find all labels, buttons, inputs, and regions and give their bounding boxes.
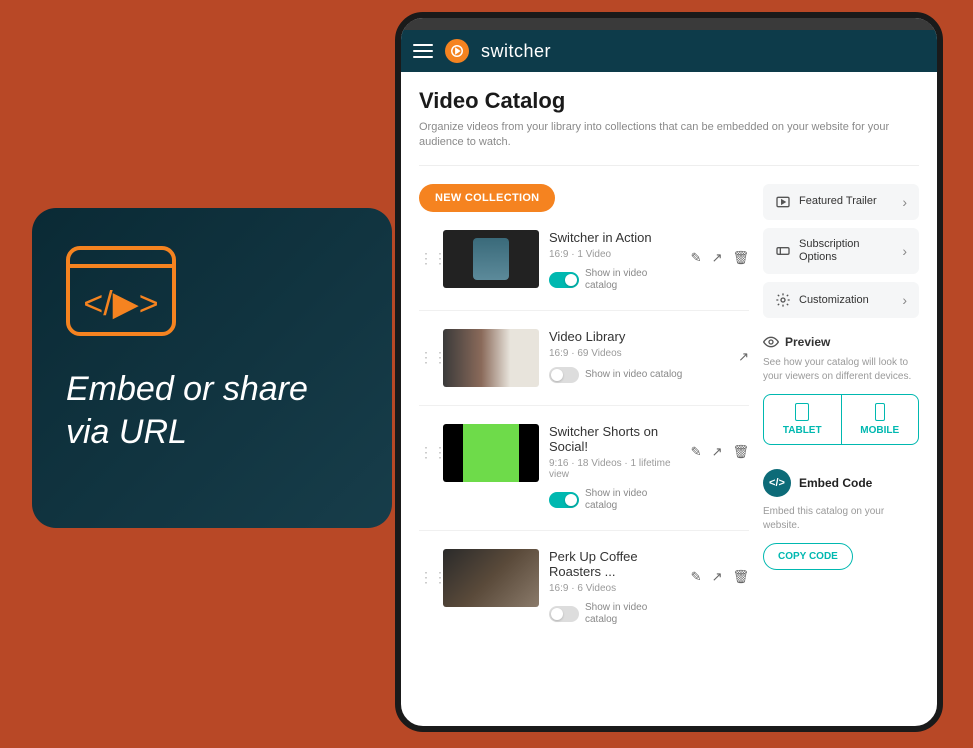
preview-tablet-button[interactable]: TABLET <box>764 395 842 444</box>
share-icon[interactable]: ↗ <box>738 349 749 365</box>
chevron-right-icon: › <box>902 243 907 259</box>
collection-thumbnail[interactable] <box>443 329 539 387</box>
gear-icon <box>775 292 791 308</box>
brand-logo-icon <box>445 39 469 63</box>
sidebar-item-label: Customization <box>799 294 894 307</box>
toggle-label: Show in video catalog <box>585 488 681 512</box>
settings-sidebar: Featured Trailer › Subscription Options … <box>763 184 919 644</box>
show-catalog-toggle[interactable] <box>549 606 579 622</box>
eye-icon <box>763 334 779 350</box>
promo-text: Embed or share via URL <box>66 368 358 453</box>
collection-thumbnail[interactable] <box>443 230 539 288</box>
chevron-right-icon: › <box>902 194 907 210</box>
page-title: Video Catalog <box>419 88 919 114</box>
show-catalog-toggle[interactable] <box>549 492 579 508</box>
page-subtitle: Organize videos from your library into c… <box>419 120 919 166</box>
copy-code-button[interactable]: COPY CODE <box>763 543 853 570</box>
drag-handle-icon[interactable]: ⋮⋮ <box>419 329 433 366</box>
ticket-icon <box>775 243 791 259</box>
toggle-label: Show in video catalog <box>585 369 682 381</box>
show-catalog-toggle[interactable] <box>549 272 579 288</box>
new-collection-button[interactable]: NEW COLLECTION <box>419 184 555 212</box>
collection-row: ⋮⋮ Perk Up Coffee Roasters ... 16:9 · 6 … <box>419 531 749 644</box>
chevron-right-icon: › <box>902 292 907 308</box>
drag-handle-icon[interactable]: ⋮⋮ <box>419 549 433 586</box>
page-content: Video Catalog Organize videos from your … <box>401 72 937 726</box>
collection-meta: 9:16 · 18 Videos · 1 lifetime view <box>549 458 681 480</box>
collection-meta: 16:9 · 6 Videos <box>549 583 681 594</box>
delete-icon[interactable]: 🗑 <box>732 250 749 266</box>
menu-icon[interactable] <box>413 44 433 58</box>
tablet-frame: switcher Video Catalog Organize videos f… <box>395 12 943 732</box>
toggle-label: Show in video catalog <box>585 602 681 626</box>
collection-thumbnail[interactable] <box>443 549 539 607</box>
preview-mobile-button[interactable]: MOBILE <box>842 395 919 444</box>
collection-meta: 16:9 · 69 Videos <box>549 348 728 359</box>
edit-icon[interactable]: ✎ <box>691 444 702 460</box>
collection-title: Video Library <box>549 329 728 344</box>
app-header: switcher <box>401 30 937 72</box>
drag-handle-icon[interactable]: ⋮⋮ <box>419 424 433 461</box>
sidebar-item-customization[interactable]: Customization › <box>763 282 919 318</box>
sidebar-item-subscription[interactable]: Subscription Options › <box>763 228 919 274</box>
promo-card: </▶> Embed or share via URL <box>32 208 392 528</box>
collections-column: NEW COLLECTION ⋮⋮ Switcher in Action 16:… <box>419 184 749 644</box>
brand-name: switcher <box>481 41 551 62</box>
collection-title: Switcher Shorts on Social! <box>549 424 681 454</box>
embed-title: Embed Code <box>799 476 872 490</box>
collection-title: Perk Up Coffee Roasters ... <box>549 549 681 579</box>
sidebar-item-label: Featured Trailer <box>799 195 894 208</box>
sidebar-item-trailer[interactable]: Featured Trailer › <box>763 184 919 220</box>
play-box-icon <box>775 194 791 210</box>
collection-row: ⋮⋮ S Switcher Shorts on Social! 9:16 · 1… <box>419 406 749 531</box>
preview-subtitle: See how your catalog will look to your v… <box>763 356 919 384</box>
collection-row: ⋮⋮ Video Library 16:9 · 69 Videos Show i… <box>419 311 749 406</box>
code-icon: </> <box>763 469 791 497</box>
delete-icon[interactable]: 🗑 <box>732 569 749 585</box>
show-catalog-toggle[interactable] <box>549 367 579 383</box>
browser-chrome <box>401 18 937 30</box>
embed-window-icon: </▶> <box>66 246 176 336</box>
tablet-icon <box>795 403 809 421</box>
collection-meta: 16:9 · 1 Video <box>549 249 681 260</box>
collection-thumbnail[interactable]: S <box>443 424 539 482</box>
collection-title: Switcher in Action <box>549 230 681 245</box>
toggle-label: Show in video catalog <box>585 268 681 292</box>
mobile-icon <box>875 403 885 421</box>
preview-title: Preview <box>785 335 830 349</box>
delete-icon[interactable]: 🗑 <box>732 444 749 460</box>
drag-handle-icon[interactable]: ⋮⋮ <box>419 230 433 267</box>
edit-icon[interactable]: ✎ <box>691 569 702 585</box>
embed-section: </> Embed Code Embed this catalog on you… <box>763 469 919 570</box>
sidebar-item-label: Subscription Options <box>799 238 894 264</box>
collection-row: ⋮⋮ Switcher in Action 16:9 · 1 Video Sho… <box>419 212 749 311</box>
edit-icon[interactable]: ✎ <box>691 250 702 266</box>
share-icon[interactable]: ↗ <box>712 250 723 266</box>
embed-subtitle: Embed this catalog on your website. <box>763 505 919 533</box>
share-icon[interactable]: ↗ <box>712 569 723 585</box>
device-preview-buttons: TABLET MOBILE <box>763 394 919 445</box>
preview-section: Preview See how your catalog will look t… <box>763 334 919 445</box>
share-icon[interactable]: ↗ <box>712 444 723 460</box>
